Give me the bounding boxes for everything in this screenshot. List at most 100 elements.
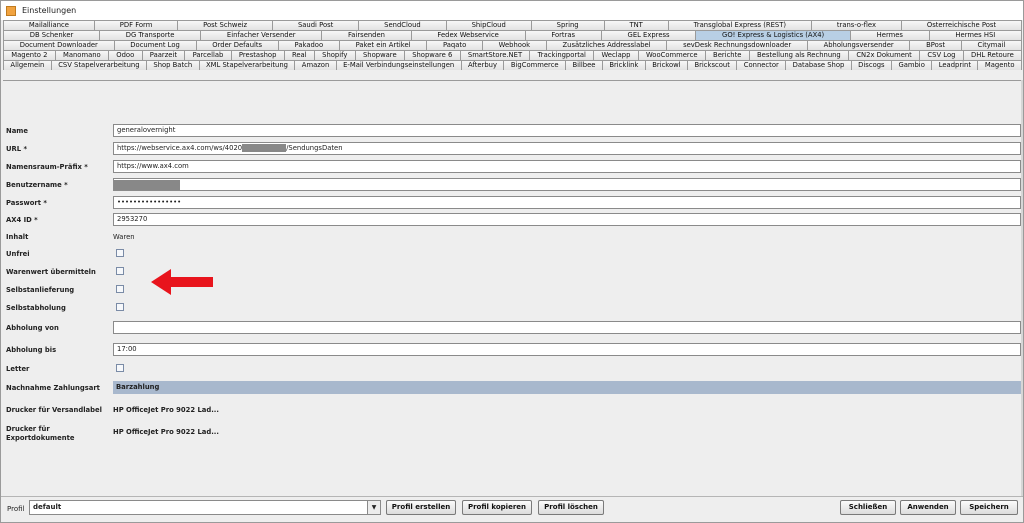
nachnahme-select[interactable]: Barzahlung	[113, 381, 1021, 394]
speichern-button[interactable]: Speichern	[960, 500, 1018, 515]
tab-connector[interactable]: Connector	[736, 60, 787, 70]
tab-post-schweiz[interactable]: Post Schweiz	[177, 20, 274, 30]
tab-magento[interactable]: Magento	[977, 60, 1022, 70]
abholung-von-input[interactable]	[113, 321, 1021, 334]
tab-go-express-logistics-ax4[interactable]: GO! Express & Logistics (AX4)	[695, 30, 851, 40]
selbstabholung-label: Selbstabholung	[6, 304, 66, 312]
tab-odoo[interactable]: Odoo	[108, 50, 143, 60]
letter-checkbox[interactable]	[116, 364, 124, 372]
selbstanlieferung-checkbox[interactable]	[116, 285, 124, 293]
drucker-export-value[interactable]: HP OfficeJet Pro 9022 Lad...	[113, 425, 219, 439]
tab-allgemein[interactable]: Allgemein	[3, 60, 52, 70]
tab-document-downloader[interactable]: Document Downloader	[3, 40, 115, 50]
tab-db-schenker[interactable]: DB Schenker	[3, 30, 101, 40]
tab-trans-o-flex[interactable]: trans-o-flex	[810, 20, 902, 30]
tab-prestashop[interactable]: Prestashop	[230, 50, 285, 60]
tab-e-mail-verbindungseinstellungen[interactable]: E-Mail Verbindungseinstellungen	[335, 60, 462, 70]
profil-erstellen-button[interactable]: Profil erstellen	[386, 500, 456, 515]
tab-bricklink[interactable]: Bricklink	[601, 60, 646, 70]
tab-trackingportal[interactable]: Trackingportal	[529, 50, 595, 60]
scrollbar[interactable]	[1021, 80, 1023, 496]
tab-zusätzliches-addresslabel[interactable]: Zusätzliches Addresslabel	[545, 40, 668, 50]
tab-weclapp[interactable]: Weclapp	[593, 50, 639, 60]
anwenden-button[interactable]: Anwenden	[900, 500, 956, 515]
tab-manomano[interactable]: Manomano	[54, 50, 109, 60]
tab-dg-transporte[interactable]: DG Transporte	[99, 30, 202, 40]
tab-paqato[interactable]: Paqato	[426, 40, 483, 50]
tab-tnt[interactable]: TNT	[603, 20, 669, 30]
tab-shopify[interactable]: Shopify	[313, 50, 356, 60]
drucker-versand-value[interactable]: HP OfficeJet Pro 9022 Lad...	[113, 403, 219, 417]
tab-smartstore-net[interactable]: SmartStore.NET	[459, 50, 531, 60]
tab-fairsenden[interactable]: Fairsenden	[321, 30, 412, 40]
tab-amazon[interactable]: Amazon	[294, 60, 337, 70]
tab-spring[interactable]: Spring	[530, 20, 605, 30]
tab-sevdesk-rechnungsdownloader[interactable]: sevDesk Rechnungsdownloader	[666, 40, 808, 50]
tab-abholungsversender[interactable]: Abholungsversender	[806, 40, 911, 50]
unfrei-label: Unfrei	[6, 250, 30, 258]
selbstabholung-checkbox[interactable]	[116, 303, 124, 311]
tab-berichte[interactable]: Berichte	[704, 50, 750, 60]
tab-dhl-retoure[interactable]: DHL Retoure	[962, 50, 1023, 60]
tab-hermes-hsi[interactable]: Hermes HSI	[928, 30, 1023, 40]
url-input[interactable]: https://webservice.ax4.com/ws/4020/Sendu…	[113, 142, 1021, 155]
chevron-down-icon[interactable]: ▼	[367, 501, 380, 514]
tab-leadprint[interactable]: Leadprint	[931, 60, 979, 70]
tab-cn2x-dokument[interactable]: CN2x Dokument	[848, 50, 921, 60]
tab-sendcloud[interactable]: SendCloud	[358, 20, 447, 30]
tab-pdf-form[interactable]: PDF Form	[93, 20, 179, 30]
tab-brickscout[interactable]: Brickscout	[687, 60, 738, 70]
tab-document-log[interactable]: Document Log	[113, 40, 197, 50]
tab-shipcloud[interactable]: ShipCloud	[445, 20, 532, 30]
tab-csv-log[interactable]: CSV Log	[919, 50, 964, 60]
password-input[interactable]: ••••••••••••••••	[113, 196, 1021, 209]
profil-select[interactable]: default ▼	[29, 500, 381, 515]
tab-brickowl[interactable]: Brickowl	[644, 60, 689, 70]
tab-xml-stapelverarbeitung[interactable]: XML Stapelverarbeitung	[198, 60, 296, 70]
tab-paarzeit[interactable]: Paarzeit	[141, 50, 186, 60]
drucker-export-label-line2: Exportdokumente	[6, 434, 75, 442]
tab-shop-batch[interactable]: Shop Batch	[145, 60, 200, 70]
tab-einfacher-versender[interactable]: Einfacher Versender	[200, 30, 323, 40]
ax4-id-input[interactable]: 2953270	[113, 213, 1021, 226]
tab-billbee[interactable]: Billbee	[565, 60, 603, 70]
drucker-versand-row: Drucker für Versandlabel HP OfficeJet Pr…	[6, 403, 1021, 417]
tab-real[interactable]: Real	[283, 50, 315, 60]
tab-shopware-6[interactable]: Shopware 6	[403, 50, 461, 60]
tab-csv-stapelverarbeitung[interactable]: CSV Stapelverarbeitung	[50, 60, 147, 70]
tab-pakadoo[interactable]: Pakadoo	[277, 40, 340, 50]
tab-transglobal-express-rest[interactable]: Transglobal Express (REST)	[667, 20, 812, 30]
tab-parcellab[interactable]: Parcellab	[184, 50, 232, 60]
tab-database-shop[interactable]: Database Shop	[785, 60, 852, 70]
tab-bpost[interactable]: BPost	[909, 40, 962, 50]
tab-webhook[interactable]: Webhook	[481, 40, 547, 50]
namespace-input[interactable]: https://www.ax4.com	[113, 160, 1021, 173]
username-input[interactable]	[113, 178, 1021, 191]
tab-fedex-webservice[interactable]: Fedex Webservice	[410, 30, 526, 40]
tab-bigcommerce[interactable]: BigCommerce	[503, 60, 567, 70]
warenwert-checkbox[interactable]	[116, 267, 124, 275]
tab-gambio[interactable]: Gambio	[891, 60, 933, 70]
tab-discogs[interactable]: Discogs	[850, 60, 893, 70]
tab-hermes[interactable]: Hermes	[849, 30, 930, 40]
tab-afterbuy[interactable]: Afterbuy	[460, 60, 505, 70]
unfrei-checkbox[interactable]	[116, 249, 124, 257]
namespace-row: Namensraum-Präfix * https://www.ax4.com	[6, 160, 1021, 174]
profil-loeschen-button[interactable]: Profil löschen	[538, 500, 604, 515]
tab-order-defaults[interactable]: Order Defaults	[195, 40, 279, 50]
tab-österreichische-post[interactable]: Österreichische Post	[900, 20, 1022, 30]
tab-gel-express[interactable]: GEL Express	[600, 30, 697, 40]
tab-paket-ein-artikel[interactable]: Paket ein Artikel	[338, 40, 428, 50]
tab-magento-2[interactable]: Magento 2	[3, 50, 56, 60]
abholung-bis-input[interactable]: 17:00	[113, 343, 1021, 356]
tab-saudi-post[interactable]: Saudi Post	[272, 20, 360, 30]
tab-fortras[interactable]: Fortras	[524, 30, 602, 40]
tab-mailalliance[interactable]: Mailalliance	[3, 20, 95, 30]
schliessen-button[interactable]: Schließen	[840, 500, 896, 515]
tab-bestellung-als-rechnung[interactable]: Bestellung als Rechnung	[748, 50, 850, 60]
tab-woocommerce[interactable]: WooCommerce	[637, 50, 706, 60]
profil-kopieren-button[interactable]: Profil kopieren	[462, 500, 532, 515]
name-input[interactable]: generalovernight	[113, 124, 1021, 137]
tab-citymail[interactable]: Citymail	[960, 40, 1023, 50]
tab-shopware[interactable]: Shopware	[354, 50, 405, 60]
